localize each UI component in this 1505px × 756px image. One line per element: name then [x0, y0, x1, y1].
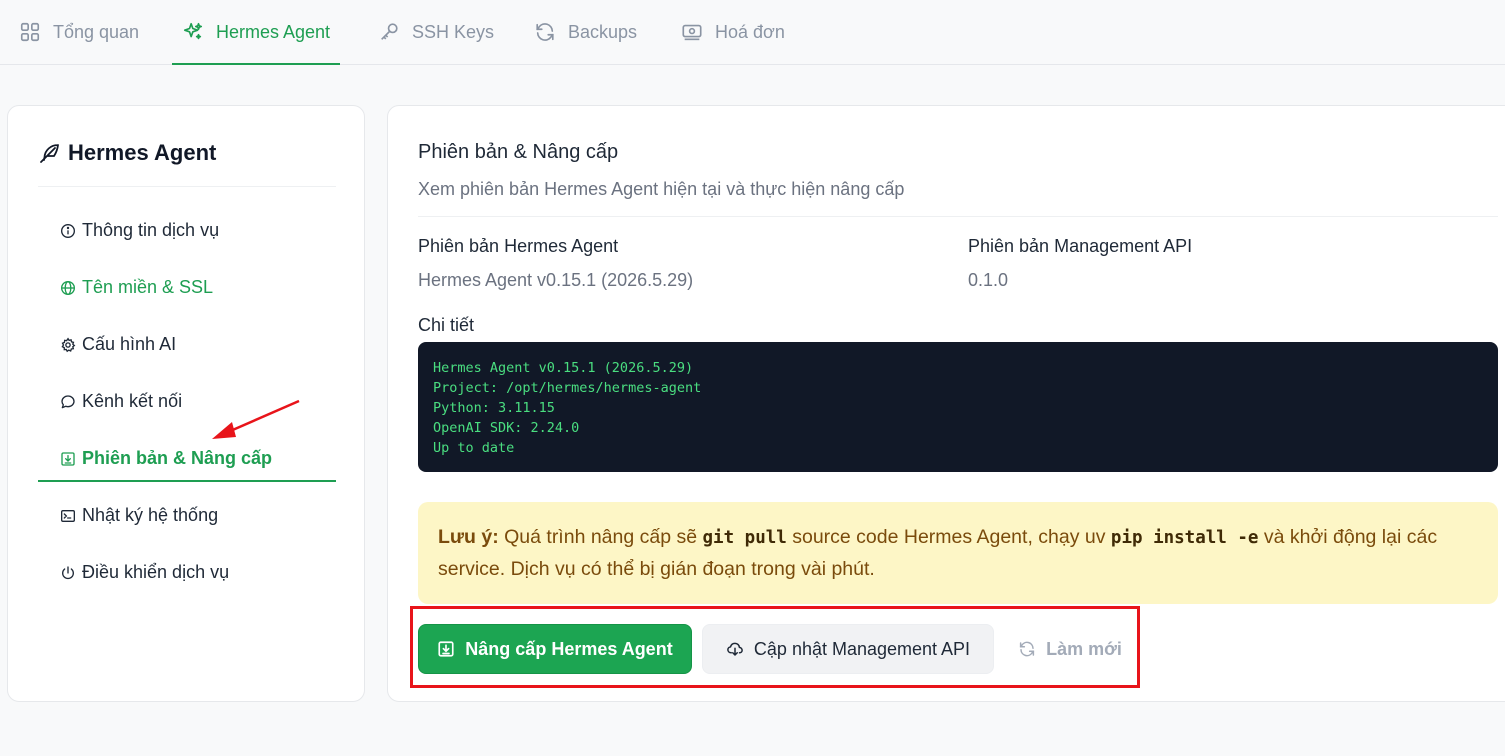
sidebar-item-label: Tên miền & SSL	[82, 277, 214, 297]
note-text: Quá trình nâng cấp sẽ	[498, 526, 703, 548]
details-label: Chi tiết	[418, 315, 475, 335]
tab-backups[interactable]: Backups	[534, 0, 637, 64]
sidebar: Hermes Agent Thông tin dịch vụ Tên miền …	[7, 105, 365, 702]
divider	[38, 186, 336, 187]
upgrade-icon	[61, 451, 75, 466]
terminal-icon	[61, 509, 75, 522]
divider	[418, 216, 1498, 217]
sidebar-title: Hermes Agent	[38, 140, 216, 166]
sidebar-item-version-upgrade[interactable]: Phiên bản & Nâng cấp	[60, 448, 272, 469]
tab-hermes-agent[interactable]: Hermes Agent	[171, 0, 341, 65]
refresh-icon	[536, 23, 554, 41]
sidebar-item-label: Thông tin dịch vụ	[82, 220, 220, 240]
details-console: Hermes Agent v0.15.1 (2026.5.29) Project…	[418, 342, 1498, 472]
power-icon	[62, 565, 74, 579]
chat-bubble-icon	[61, 394, 75, 408]
note-text: source code Hermes Agent, chạy	[786, 526, 1085, 548]
upgrade-warning-note: Lưu ý: Quá trình nâng cấp sẽ git pull so…	[418, 502, 1498, 604]
note-text: uv	[1084, 526, 1106, 548]
console-line: Up to date	[433, 440, 515, 456]
agent-version-label: Phiên bản Hermes Agent	[418, 236, 619, 256]
tab-ssh-keys[interactable]: SSH Keys	[378, 0, 494, 64]
console-line: Python: 3.11.15	[433, 400, 555, 416]
feather-icon	[40, 144, 59, 163]
api-version-label: Phiên bản Management API	[968, 236, 1193, 256]
tab-invoices[interactable]: Hoá đơn	[681, 0, 785, 64]
console-line: Project: /opt/hermes/hermes-agent	[433, 380, 702, 396]
api-version-value: 0.1.0	[968, 270, 1009, 290]
active-indicator	[38, 480, 336, 482]
sidebar-item-label: Cấu hình AI	[82, 334, 177, 354]
sidebar-item-domain-ssl[interactable]: Tên miền & SSL	[60, 277, 213, 298]
sidebar-item-channels[interactable]: Kênh kết nối	[60, 391, 182, 412]
sidebar-item-label: Nhật ký hệ thống	[82, 505, 219, 525]
annotation-highlight-box	[410, 606, 1140, 688]
key-icon	[381, 23, 398, 40]
console-line: Hermes Agent v0.15.1 (2026.5.29)	[433, 360, 694, 376]
sparkles-icon	[183, 22, 203, 40]
gear-icon	[61, 336, 76, 352]
sidebar-item-system-log[interactable]: Nhật ký hệ thống	[60, 505, 218, 526]
sidebar-item-service-info[interactable]: Thông tin dịch vụ	[60, 220, 219, 241]
sidebar-title-text: Hermes Agent	[68, 140, 217, 165]
tab-label: SSH Keys	[412, 21, 495, 42]
tab-overview[interactable]: Tổng quan	[19, 0, 139, 64]
tab-label: Backups	[568, 21, 638, 42]
bill-icon	[682, 24, 702, 41]
note-prefix: Lưu ý:	[438, 526, 499, 548]
top-tab-bar: Tổng quan Hermes Agent SSH Keys Backups …	[0, 0, 1505, 65]
grid-icon	[20, 22, 40, 42]
sidebar-item-label: Kênh kết nối	[82, 391, 183, 411]
note-code: pip install -e	[1110, 528, 1259, 548]
sidebar-item-ai-config[interactable]: Cấu hình AI	[60, 334, 176, 355]
page-title: Phiên bản & Nâng cấp	[418, 141, 619, 163]
globe-icon	[61, 280, 75, 295]
sidebar-item-label: Phiên bản & Nâng cấp	[82, 448, 273, 468]
note-code: git pull	[702, 528, 787, 548]
tab-label: Hoá đơn	[715, 21, 785, 42]
sidebar-item-label: Điều khiển dịch vụ	[82, 562, 230, 582]
console-line: OpenAI SDK: 2.24.0	[433, 420, 580, 436]
page-description: Xem phiên bản Hermes Agent hiện tại và t…	[418, 179, 905, 199]
info-icon	[61, 223, 75, 238]
agent-version-value: Hermes Agent v0.15.1 (2026.5.29)	[418, 270, 694, 290]
sidebar-item-service-control[interactable]: Điều khiển dịch vụ	[60, 562, 229, 583]
tab-label: Hermes Agent	[216, 21, 331, 42]
tab-label: Tổng quan	[53, 21, 140, 42]
